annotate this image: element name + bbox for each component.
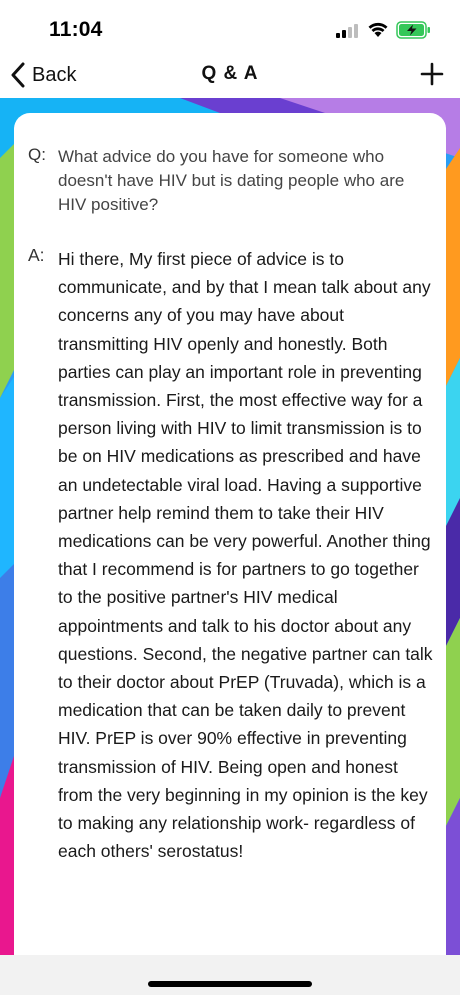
battery-charging-icon	[396, 21, 430, 39]
answer-prefix: A:	[28, 245, 45, 265]
answer-row: A: Hi there, My first piece of advice is…	[14, 245, 446, 965]
status-bar: 11:04	[0, 0, 460, 56]
wifi-icon	[368, 22, 388, 37]
navigation-bar: Back Q & A	[0, 56, 460, 98]
qa-card: Q: What advice do you have for someone w…	[14, 113, 446, 973]
page-title: Q & A	[201, 63, 259, 84]
cellular-signal-icon	[336, 24, 358, 38]
bottom-bar	[0, 955, 460, 995]
question-prefix: Q:	[28, 145, 46, 164]
screen: 11:04 Back Q & A Q: What advice do you h…	[0, 0, 460, 995]
question-text: What advice do you have for someone who …	[58, 147, 405, 214]
status-time: 11:04	[49, 18, 103, 41]
question-row: Q: What advice do you have for someone w…	[14, 145, 446, 225]
answer-text: Hi there, My first piece of advice is to…	[58, 249, 433, 862]
plus-icon[interactable]	[418, 60, 446, 88]
home-indicator[interactable]	[148, 981, 312, 987]
